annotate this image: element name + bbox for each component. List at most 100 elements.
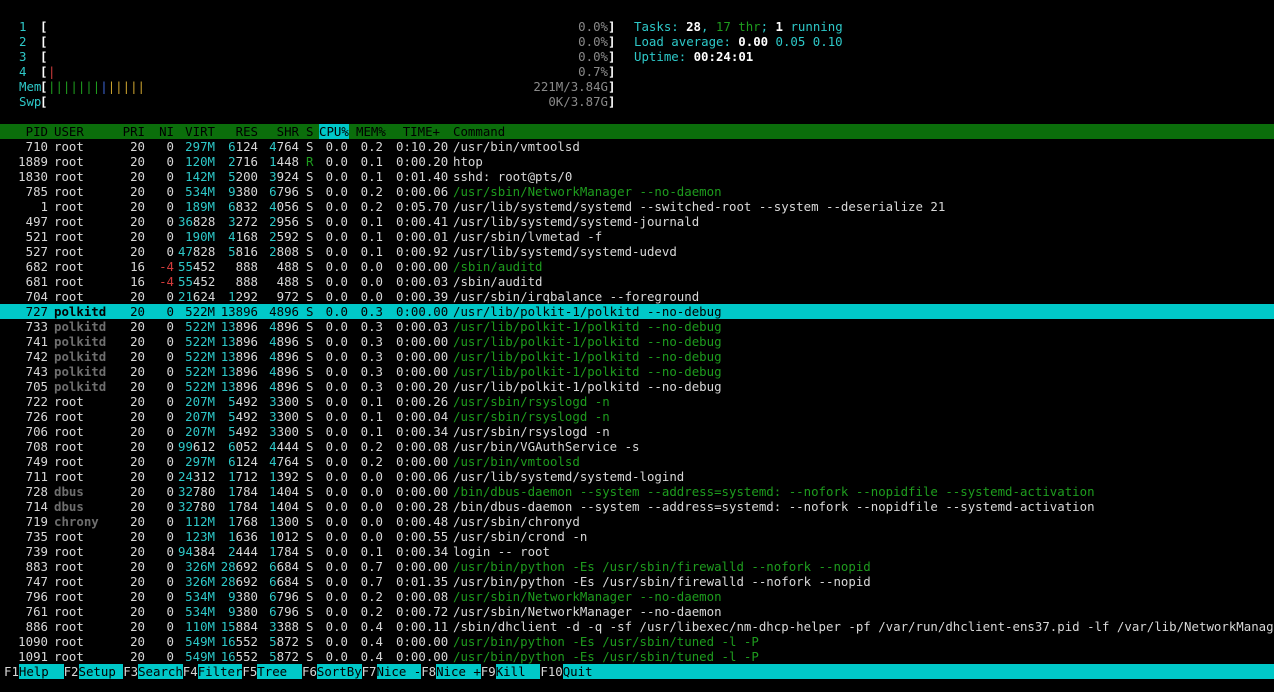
col-shr[interactable]: SHR bbox=[262, 124, 299, 139]
command-cell: /usr/sbin/crond -n bbox=[453, 529, 588, 544]
fn-key-f4[interactable]: F4 bbox=[183, 664, 198, 679]
process-row[interactable]: 704 root 20 0 21624 1292 972 S 0.0 0.0 0:00.39/usr… bbox=[0, 289, 1274, 304]
fn-label-f7[interactable]: Nice - bbox=[376, 664, 422, 679]
virt-cell: 123M bbox=[185, 529, 215, 544]
ni-cell: -4 bbox=[159, 274, 174, 289]
process-row[interactable]: 761 root 20 0 534M 9380 6796 S 0.0 0.2 0:00.72/usr… bbox=[0, 604, 1274, 619]
pid-cell: 1 bbox=[40, 199, 48, 214]
process-row[interactable]: 741 polkitd 20 0 522M 13896 4896 S 0.0 0.3 0:00.00… bbox=[0, 334, 1274, 349]
fn-key-f10[interactable]: F10 bbox=[540, 664, 562, 679]
process-row[interactable]: 1830 root 20 0 142M 5200 3924 S 0.0 0.1 0:01.40 ssh… bbox=[0, 169, 1274, 184]
process-row[interactable]: 735 root 20 0 123M 1636 1012 S 0.0 0.0 0:00.55/usr… bbox=[0, 529, 1274, 544]
res-high: 9 bbox=[228, 604, 236, 619]
col-mem[interactable]: MEM% bbox=[356, 124, 386, 139]
fn-key-f5[interactable]: F5 bbox=[242, 664, 257, 679]
pri-cell: 20 bbox=[130, 424, 145, 439]
process-row[interactable]: 682 root 16 -4 55452 888 488 S 0.0 0.0 0:00.00/sbi… bbox=[0, 259, 1274, 274]
state-cell: S bbox=[306, 319, 314, 334]
fn-label-f5[interactable]: Tree bbox=[257, 664, 303, 679]
virt-cell: 534M bbox=[185, 184, 215, 199]
process-row[interactable]: 681 root 16 -4 55452 888 488 S 0.0 0.0 0:00.03/sbi… bbox=[0, 274, 1274, 289]
col-time[interactable]: TIME+ bbox=[396, 124, 440, 139]
col-pid[interactable]: PID bbox=[6, 124, 48, 139]
process-row[interactable]: 733 polkitd 20 0 522M 13896 4896 S 0.0 0.3 0:00.03… bbox=[0, 319, 1274, 334]
fn-key-f6[interactable]: F6 bbox=[302, 664, 317, 679]
mem-cell: 0.0 bbox=[360, 274, 383, 289]
process-row[interactable]: 710 root 20 0 297M 6124 4764 S 0.0 0.2 0:10.20/usr… bbox=[0, 139, 1274, 154]
cpu-cell: 0.0 bbox=[325, 274, 348, 289]
process-row[interactable]: 749 root 20 0 297M 6124 4764 S 0.0 0.2 0:00.00/usr… bbox=[0, 454, 1274, 469]
process-row[interactable]: 727 polkitd 20 0 522M 13896 4896 S 0.0 0.3 0:00.00… bbox=[0, 304, 1274, 319]
fn-label-f1[interactable]: Help bbox=[18, 664, 64, 679]
res-low: 784 bbox=[235, 499, 258, 514]
user-cell: root bbox=[54, 634, 84, 649]
shr-low: 956 bbox=[276, 214, 299, 229]
fn-label-f4[interactable]: Filter bbox=[197, 664, 243, 679]
fn-key-f9[interactable]: F9 bbox=[481, 664, 496, 679]
process-row[interactable]: 708 root 20 0 99612 6052 4444 S 0.0 0.2 0:00.08/us… bbox=[0, 439, 1274, 454]
pid-cell: 739 bbox=[25, 544, 48, 559]
process-row[interactable]: 719 chrony 20 0 112M 1768 1300 S 0.0 0.0 0:00.48/u… bbox=[0, 514, 1274, 529]
res-low: 292 bbox=[235, 289, 258, 304]
col-command[interactable]: Command bbox=[453, 124, 505, 139]
fn-label-f3[interactable]: Search bbox=[138, 664, 183, 679]
col-virt[interactable]: VIRT bbox=[178, 124, 215, 139]
process-row[interactable]: 796 root 20 0 534M 9380 6796 S 0.0 0.2 0:00.08/usr… bbox=[0, 589, 1274, 604]
ni-cell: 0 bbox=[166, 469, 174, 484]
col-cpu[interactable]: CPU% bbox=[319, 124, 349, 139]
process-row[interactable]: 1090 root 20 0 549M 16552 5872 S 0.0 0.4 0:00.00/u… bbox=[0, 634, 1274, 649]
process-row[interactable]: 726 root 20 0 207M 5492 3300 S 0.0 0.1 0:00.04/usr… bbox=[0, 409, 1274, 424]
process-row[interactable]: 785 root 20 0 534M 9380 6796 S 0.0 0.2 0:00.06/usr… bbox=[0, 184, 1274, 199]
command-cell: /sbin/dhclient -d -q -sf /usr/libexec/nm… bbox=[453, 619, 1274, 634]
ni-cell: 0 bbox=[166, 304, 174, 319]
fn-key-f7[interactable]: F7 bbox=[362, 664, 377, 679]
res-cell: 13896 bbox=[220, 364, 258, 379]
fn-key-f2[interactable]: F2 bbox=[64, 664, 79, 679]
process-row[interactable]: 1091 root 20 0 549M 16552 5872 S 0.0 0.4 0:00.00/u… bbox=[0, 649, 1274, 664]
process-row[interactable]: 883 root 20 0 326M 28692 6684 S 0.0 0.7 0:00.00/us… bbox=[0, 559, 1274, 574]
process-row[interactable]: 497 root 20 0 36828 3272 2956 S 0.0 0.1 0:00.41/us… bbox=[0, 214, 1274, 229]
fn-label-f9[interactable]: Kill bbox=[495, 664, 541, 679]
cpu-cell: 0.0 bbox=[325, 454, 348, 469]
process-row[interactable]: 706 root 20 0 207M 5492 3300 S 0.0 0.1 0:00.34/usr… bbox=[0, 424, 1274, 439]
virt-cell: 32780 bbox=[178, 499, 215, 514]
process-row[interactable]: 1 root 20 0 189M 6832 4056 S 0.0 0.2 0:05.70/usr/l… bbox=[0, 199, 1274, 214]
process-row[interactable]: 714 dbus 20 0 32780 1784 1404 S 0.0 0.0 0:00.28/bi… bbox=[0, 499, 1274, 514]
pri-cell: 20 bbox=[130, 289, 145, 304]
shr-low: 592 bbox=[276, 229, 299, 244]
process-row[interactable]: 886 root 20 0 110M 15884 3388 S 0.0 0.4 0:00.11/sb… bbox=[0, 619, 1274, 634]
res-high: 5 bbox=[228, 169, 236, 184]
col-pri[interactable]: PRI bbox=[115, 124, 145, 139]
process-row[interactable]: 521 root 20 0 190M 4168 2592 S 0.0 0.1 0:00.01/usr… bbox=[0, 229, 1274, 244]
ni-cell: 0 bbox=[166, 289, 174, 304]
fn-label-f6[interactable]: SortBy bbox=[316, 664, 362, 679]
process-row[interactable]: 728 dbus 20 0 32780 1784 1404 S 0.0 0.0 0:00.00/bi… bbox=[0, 484, 1274, 499]
process-row[interactable]: 747 root 20 0 326M 28692 6684 S 0.0 0.7 0:01.35/us… bbox=[0, 574, 1274, 589]
process-row[interactable]: 711 root 20 0 24312 1712 1392 S 0.0 0.0 0:00.06/us… bbox=[0, 469, 1274, 484]
mem-cell: 0.2 bbox=[360, 439, 383, 454]
fn-key-f8[interactable]: F8 bbox=[421, 664, 436, 679]
process-row[interactable]: 1889 root 20 0 120M 2716 1448 R 0.0 0.1 0:00.20 hto… bbox=[0, 154, 1274, 169]
fn-label-f10[interactable]: Quit bbox=[562, 664, 1274, 679]
process-row[interactable]: 739 root 20 0 94384 2444 1784 S 0.0 0.1 0:00.34 log… bbox=[0, 544, 1274, 559]
process-row[interactable]: 742 polkitd 20 0 522M 13896 4896 S 0.0 0.3 0:00.00… bbox=[0, 349, 1274, 364]
process-row[interactable]: 705 polkitd 20 0 522M 13896 4896 S 0.0 0.3 0:00.20… bbox=[0, 379, 1274, 394]
fn-key-f3[interactable]: F3 bbox=[123, 664, 138, 679]
virt-cell: 522M bbox=[185, 334, 215, 349]
fn-label-f2[interactable]: Setup bbox=[78, 664, 124, 679]
process-row[interactable]: 527 root 20 0 47828 5816 2808 S 0.0 0.1 0:00.92/us… bbox=[0, 244, 1274, 259]
col-user[interactable]: USER bbox=[54, 124, 84, 139]
ni-cell: 0 bbox=[166, 319, 174, 334]
time-cell: 0:00.08 bbox=[396, 439, 449, 454]
shr-cell: 4056 bbox=[262, 199, 299, 214]
fn-key-f1[interactable]: F1 bbox=[4, 664, 19, 679]
col-res[interactable]: RES bbox=[220, 124, 258, 139]
virt-low: 780 bbox=[192, 484, 216, 499]
col-ni[interactable]: NI bbox=[150, 124, 174, 139]
pid-cell: 1830 bbox=[18, 169, 48, 184]
shr-cell: 4896 bbox=[262, 319, 299, 334]
fn-label-f8[interactable]: Nice + bbox=[436, 664, 481, 679]
process-row[interactable]: 743 polkitd 20 0 522M 13896 4896 S 0.0 0.3 0:00.00… bbox=[0, 364, 1274, 379]
process-row[interactable]: 722 root 20 0 207M 5492 3300 S 0.0 0.1 0:00.26/usr… bbox=[0, 394, 1274, 409]
col-state[interactable]: S bbox=[306, 124, 313, 139]
